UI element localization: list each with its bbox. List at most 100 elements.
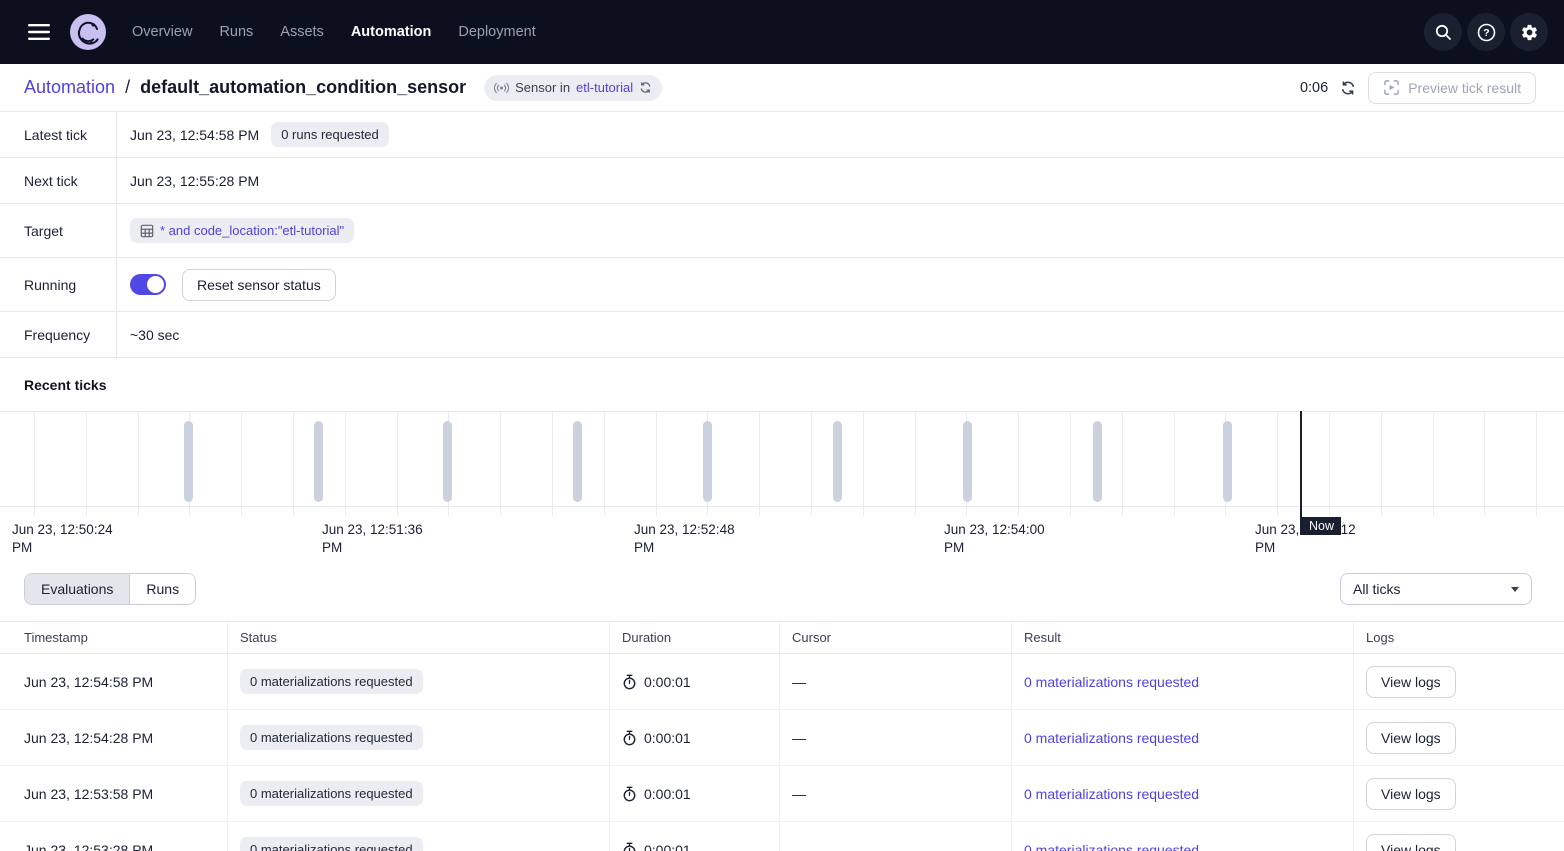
table-row: Jun 23, 12:54:28 PM 0 materializations r… — [0, 710, 1564, 766]
view-logs-button[interactable]: View logs — [1366, 834, 1456, 851]
tick-filter-value: All ticks — [1353, 581, 1400, 597]
tick-timestamp: Jun 23, 12:53:58 PM — [24, 786, 153, 802]
view-logs-button[interactable]: View logs — [1366, 722, 1456, 754]
page-title: default_automation_condition_sensor — [140, 77, 466, 98]
running-label: Running — [0, 258, 117, 311]
tick-bar[interactable] — [703, 421, 712, 502]
toggle-knob — [147, 276, 164, 293]
gridline — [1018, 412, 1019, 516]
tick-bar[interactable] — [314, 421, 323, 502]
gridline — [1174, 412, 1175, 516]
tick-bar[interactable] — [963, 421, 972, 502]
nav-item-assets[interactable]: Assets — [280, 24, 324, 40]
breadcrumb-automation-link[interactable]: Automation — [24, 77, 115, 98]
tab-runs[interactable]: Runs — [129, 574, 195, 604]
gridline — [863, 412, 864, 516]
gridline — [656, 412, 657, 516]
tick-duration: 0:00:01 — [644, 842, 691, 851]
chevron-down-icon — [1511, 587, 1519, 592]
ticks-table-body: Jun 23, 12:54:58 PM 0 materializations r… — [0, 654, 1564, 851]
status-badge: 0 materializations requested — [240, 837, 423, 851]
gridline — [552, 412, 553, 516]
gridline — [1122, 412, 1123, 516]
tick-logs-cell: View logs — [1354, 766, 1564, 821]
next-tick-label: Next tick — [0, 158, 117, 203]
column-header-result: Result — [1012, 622, 1354, 653]
asset-table-icon — [140, 224, 154, 238]
nav-item-runs[interactable]: Runs — [219, 24, 253, 40]
result-link[interactable]: 0 materializations requested — [1024, 786, 1199, 802]
tick-cursor-cell: — — [780, 654, 1012, 709]
nav-item-overview[interactable]: Overview — [132, 24, 192, 40]
result-link[interactable]: 0 materializations requested — [1024, 730, 1199, 746]
tick-timestamp: Jun 23, 12:53:28 PM — [24, 842, 153, 851]
status-badge: 0 materializations requested — [240, 781, 423, 806]
help-icon: ? — [1477, 23, 1496, 42]
tick-bar[interactable] — [573, 421, 582, 502]
ticks-timeline: Jun 23, 12:50:24 PMJun 23, 12:51:36 PMJu… — [0, 411, 1564, 557]
refresh-countdown: 0:06 — [1300, 80, 1328, 96]
tick-bar[interactable] — [443, 421, 452, 502]
dagster-logo[interactable] — [70, 14, 106, 50]
preview-tick-result-button[interactable]: Preview tick result — [1368, 72, 1536, 104]
tick-bar[interactable] — [1223, 421, 1232, 502]
reset-sensor-status-button[interactable]: Reset sensor status — [182, 269, 336, 301]
axis-time-label: Jun 23, 12:54:00 PM — [944, 521, 1064, 557]
tick-timestamp: Jun 23, 12:54:58 PM — [24, 674, 153, 690]
tick-bar[interactable] — [833, 421, 842, 502]
tick-cursor: — — [792, 786, 806, 802]
page-header: Automation / default_automation_conditio… — [0, 64, 1564, 112]
search-icon — [1434, 23, 1452, 41]
target-label: Target — [0, 204, 117, 257]
running-toggle[interactable] — [130, 274, 166, 295]
tick-logs-cell: View logs — [1354, 822, 1564, 851]
latest-tick-label: Latest tick — [0, 112, 117, 157]
tick-result-cell: 0 materializations requested — [1012, 710, 1354, 765]
nav-item-deployment[interactable]: Deployment — [458, 24, 535, 40]
target-selection-pill[interactable]: * and code_location:"etl-tutorial" — [130, 218, 354, 243]
tick-result-cell: 0 materializations requested — [1012, 822, 1354, 851]
ticks-chart — [0, 411, 1564, 507]
tick-duration: 0:00:01 — [644, 674, 691, 690]
status-badge: 0 materializations requested — [240, 669, 423, 694]
tick-duration-cell: 0:00:01 — [610, 654, 780, 709]
gridline — [34, 412, 35, 516]
preview-icon — [1383, 79, 1400, 96]
tick-bar[interactable] — [184, 421, 193, 502]
refresh-button[interactable] — [1340, 80, 1356, 96]
tab-evaluations[interactable]: Evaluations — [25, 574, 129, 604]
tick-result-cell: 0 materializations requested — [1012, 654, 1354, 709]
axis-time-label: Jun 23, 12:51:36 PM — [322, 521, 442, 557]
code-location-link[interactable]: etl-tutorial — [576, 80, 633, 95]
tick-bar[interactable] — [1093, 421, 1102, 502]
latest-tick-value: Jun 23, 12:54:58 PM — [130, 127, 259, 143]
reload-location-icon[interactable] — [639, 81, 652, 94]
result-link[interactable]: 0 materializations requested — [1024, 842, 1199, 851]
stopwatch-icon — [622, 786, 637, 802]
tick-logs-cell: View logs — [1354, 710, 1564, 765]
tick-filter-dropdown[interactable]: All ticks — [1340, 573, 1532, 605]
result-link[interactable]: 0 materializations requested — [1024, 674, 1199, 690]
settings-button[interactable] — [1510, 13, 1548, 51]
column-header-cursor: Cursor — [780, 622, 1012, 653]
tick-cursor: — — [792, 730, 806, 746]
detail-row-target: Target * and code_location:"etl-tutorial… — [0, 204, 1564, 258]
search-button[interactable] — [1424, 13, 1462, 51]
tick-status-cell: 0 materializations requested — [228, 654, 610, 709]
tick-timestamp-cell: Jun 23, 12:54:58 PM — [0, 654, 228, 709]
help-button[interactable]: ? — [1467, 13, 1505, 51]
view-logs-button[interactable]: View logs — [1366, 778, 1456, 810]
detail-row-latest-tick: Latest tick Jun 23, 12:54:58 PM 0 runs r… — [0, 112, 1564, 158]
column-header-timestamp: Timestamp — [0, 622, 228, 653]
gridline — [86, 412, 87, 516]
status-badge: 0 materializations requested — [240, 725, 423, 750]
gridline — [1329, 412, 1330, 516]
octopus-logo-icon — [70, 14, 106, 50]
view-logs-button[interactable]: View logs — [1366, 666, 1456, 698]
nav-item-automation[interactable]: Automation — [351, 24, 432, 40]
target-value: * and code_location:"etl-tutorial" — [160, 223, 344, 238]
tick-result-cell: 0 materializations requested — [1012, 766, 1354, 821]
menu-button[interactable] — [22, 18, 56, 46]
next-tick-value: Jun 23, 12:55:28 PM — [130, 173, 259, 189]
evaluations-toolbar: EvaluationsRuns All ticks — [0, 557, 1564, 621]
